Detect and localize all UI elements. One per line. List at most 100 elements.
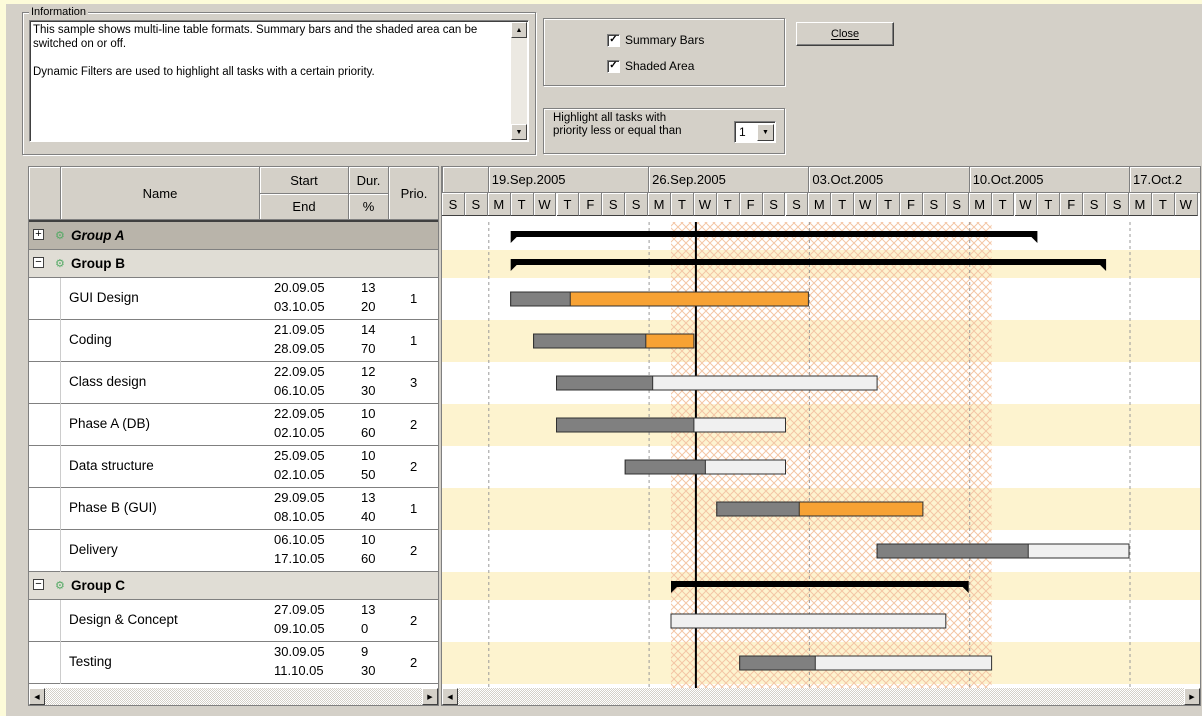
group-icon: ⚙ — [55, 580, 65, 592]
header-name[interactable]: Name — [61, 167, 260, 220]
scroll-down-icon[interactable]: ▼ — [511, 124, 527, 140]
table-row[interactable]: Design & Concept 27.09.05 09.10.05 13 0 2 — [29, 600, 438, 642]
summary-bars-checkbox[interactable]: ✓ — [607, 33, 620, 47]
task-duration: 13 — [361, 280, 376, 295]
information-text-1: This sample shows multi-line table forma… — [33, 24, 478, 50]
task-name: Testing — [69, 654, 112, 669]
row-divider — [60, 530, 61, 572]
table-row[interactable]: Delivery 06.10.05 17.10.05 10 60 2 — [29, 530, 438, 572]
close-button[interactable]: Close — [796, 22, 894, 46]
task-priority: 2 — [410, 655, 418, 670]
summary-bar — [671, 581, 969, 587]
table-row[interactable]: Phase A (DB) 22.09.05 02.10.05 10 60 2 — [29, 404, 438, 446]
row-divider — [60, 362, 61, 404]
task-progress — [510, 291, 571, 307]
task-progress — [876, 543, 1029, 559]
expand-icon[interactable]: + — [33, 229, 44, 240]
information-scrollbar[interactable]: ▲ ▼ — [511, 22, 527, 140]
task-duration: 14 — [361, 322, 376, 337]
task-start: 06.10.05 — [274, 532, 325, 547]
gantt-chart: S S M T W T F S S M T W T F S S M T W T F S S M T W T F S S M T W 19.Sep.… — [441, 166, 1201, 706]
task-duration: 12 — [361, 364, 376, 379]
header-priority[interactable]: Prio. — [389, 167, 438, 220]
task-progress — [739, 655, 816, 671]
task-duration: 10 — [361, 532, 376, 547]
task-end: 17.10.05 — [274, 551, 325, 566]
task-name: GUI Design — [69, 290, 139, 305]
options-panel: ✓ Summary Bars ✓ Shaded Area — [543, 18, 785, 86]
chart-scroll-right-icon[interactable]: ▶ — [1184, 688, 1200, 705]
task-percent: 50 — [361, 467, 376, 482]
task-end: 03.10.05 — [274, 299, 325, 314]
table-row[interactable]: Coding 21.09.05 28.09.05 14 70 1 — [29, 320, 438, 362]
table-row[interactable]: GUI Design 20.09.05 03.10.05 13 20 1 — [29, 278, 438, 320]
summary-bars-option[interactable]: ✓ Summary Bars — [607, 33, 704, 47]
header-end[interactable]: End — [260, 194, 349, 220]
summary-bar — [510, 231, 1038, 237]
task-bar — [670, 613, 947, 629]
header-percent[interactable]: % — [349, 194, 389, 220]
information-text-2: Dynamic Filters are used to highlight al… — [33, 66, 375, 78]
table-hscrollbar[interactable]: ◀ ▶ — [29, 688, 438, 705]
task-priority: 3 — [410, 375, 418, 390]
group-row[interactable]: + ⚙ Group A — [29, 222, 438, 250]
information-legend: Information — [29, 6, 89, 18]
header-start[interactable]: Start — [260, 167, 349, 194]
header-duration[interactable]: Dur. — [349, 167, 389, 194]
information-textbox[interactable]: This sample shows multi-line table forma… — [29, 20, 529, 142]
dropdown-arrow-icon[interactable]: ▼ — [757, 124, 774, 141]
scroll-left-icon[interactable]: ◀ — [29, 688, 45, 705]
scroll-up-icon[interactable]: ▲ — [511, 22, 527, 38]
task-duration: 9 — [361, 644, 369, 659]
task-percent: 0 — [361, 621, 369, 636]
table-row[interactable]: Phase B (GUI) 29.09.05 08.10.05 13 40 1 — [29, 488, 438, 530]
task-percent: 60 — [361, 425, 376, 440]
task-end: 09.10.05 — [274, 621, 325, 636]
task-end: 02.10.05 — [274, 467, 325, 482]
collapse-icon[interactable]: − — [33, 257, 44, 268]
row-divider — [60, 404, 61, 446]
task-duration: 13 — [361, 490, 376, 505]
table-corner — [29, 167, 61, 220]
priority-select[interactable]: 1 ▼ — [734, 121, 776, 143]
task-name: Delivery — [69, 542, 118, 557]
chart-hscrollbar[interactable]: ◀ ▶ — [442, 688, 1200, 705]
scroll-right-icon[interactable]: ▶ — [422, 688, 438, 705]
group-name: Group A — [71, 228, 125, 243]
task-progress — [624, 459, 706, 475]
task-start: 21.09.05 — [274, 322, 325, 337]
table-row[interactable]: Class design 22.09.05 06.10.05 12 30 3 — [29, 362, 438, 404]
task-percent: 70 — [361, 341, 376, 356]
group-row[interactable]: − ⚙ Group C — [29, 572, 438, 600]
task-percent: 30 — [361, 383, 376, 398]
filter-label-line2: priority less or equal than — [553, 125, 682, 137]
group-row[interactable]: − ⚙ Group B — [29, 250, 438, 278]
priority-value: 1 — [739, 125, 746, 139]
task-priority: 1 — [410, 291, 418, 306]
task-end: 02.10.05 — [274, 425, 325, 440]
task-end: 08.10.05 — [274, 509, 325, 524]
filter-label: Highlight all tasks with priority less o… — [553, 112, 681, 138]
filter-label-line1: Highlight all tasks with — [553, 112, 667, 124]
task-progress — [556, 375, 654, 391]
group-name: Group B — [71, 256, 125, 271]
summary-bars-label: Summary Bars — [625, 33, 705, 47]
task-progress — [556, 417, 695, 433]
collapse-icon[interactable]: − — [33, 579, 44, 590]
chart-scroll-left-icon[interactable]: ◀ — [442, 688, 458, 705]
task-start: 30.09.05 — [274, 644, 325, 659]
task-duration: 13 — [361, 602, 376, 617]
shaded-area-checkbox[interactable]: ✓ — [607, 59, 620, 73]
group-icon: ⚙ — [55, 258, 65, 270]
table-row[interactable]: Testing 30.09.05 11.10.05 9 30 2 — [29, 642, 438, 684]
task-priority: 1 — [410, 333, 418, 348]
shaded-area-option[interactable]: ✓ Shaded Area — [607, 59, 694, 73]
table-row[interactable]: Data structure 25.09.05 02.10.05 10 50 2 — [29, 446, 438, 488]
task-priority: 1 — [410, 501, 418, 516]
task-duration: 10 — [361, 448, 376, 463]
task-end: 06.10.05 — [274, 383, 325, 398]
task-name: Phase A (DB) — [69, 416, 151, 431]
row-divider — [60, 642, 61, 684]
shaded-area-label: Shaded Area — [625, 59, 695, 73]
task-start: 27.09.05 — [274, 602, 325, 617]
